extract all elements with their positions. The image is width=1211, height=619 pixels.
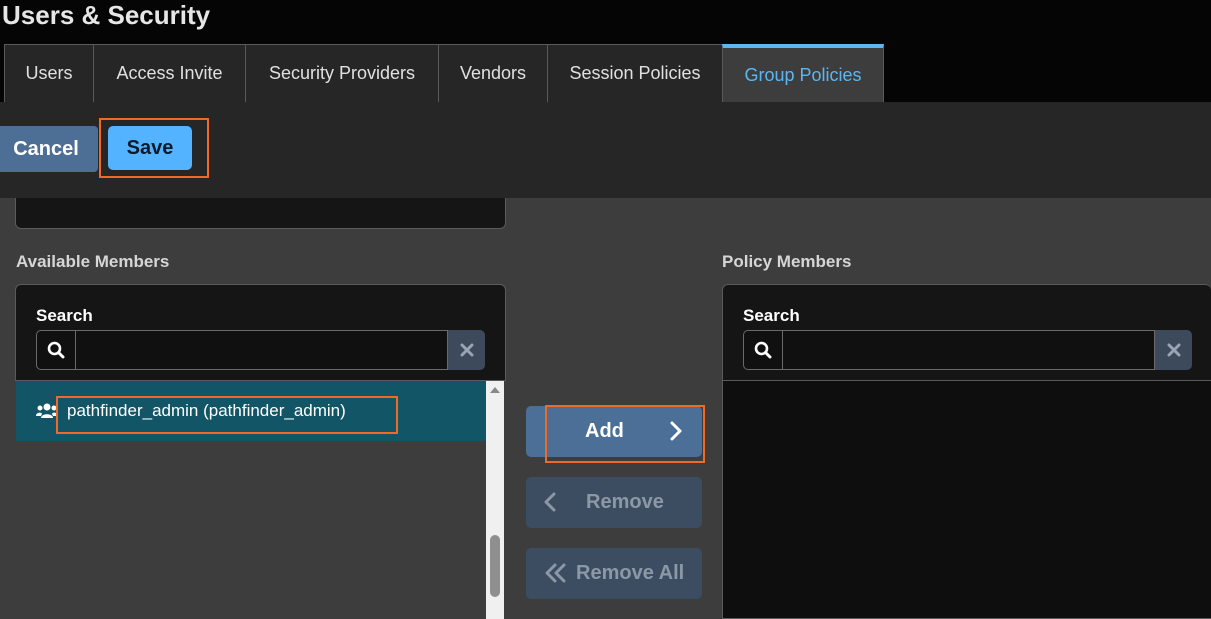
chevron-left-icon	[544, 492, 556, 518]
scroll-thumb[interactable]	[490, 535, 500, 597]
available-members-title: Available Members	[16, 252, 170, 271]
add-highlight	[545, 405, 705, 463]
tab-vendors[interactable]: Vendors	[438, 44, 548, 102]
cancel-button[interactable]: Cancel	[0, 126, 98, 172]
available-members-list: pathfinder_admin (pathfinder_admin)	[16, 381, 486, 619]
tab-session-policies[interactable]: Session Policies	[547, 44, 723, 102]
scroll-up-icon[interactable]	[490, 387, 500, 393]
double-chevron-left-icon	[545, 563, 567, 589]
users-icon	[36, 403, 58, 424]
policy-members-title: Policy Members	[722, 252, 852, 271]
policy-search-input[interactable]	[783, 330, 1155, 370]
policy-members-list	[722, 380, 1211, 619]
clear-icon[interactable]	[1155, 330, 1192, 370]
page-title: Users & Security	[2, 0, 211, 30]
available-search-input[interactable]	[76, 330, 448, 370]
save-button[interactable]: Save	[108, 126, 192, 170]
search-icon	[36, 330, 76, 370]
policy-search-label: Search	[743, 306, 800, 325]
tab-users[interactable]: Users	[4, 44, 94, 102]
available-search-label: Search	[36, 306, 93, 325]
tab-group-policies[interactable]: Group Policies	[722, 44, 884, 102]
clear-icon[interactable]	[448, 330, 485, 370]
description-field[interactable]	[15, 198, 506, 229]
action-toolbar: Cancel Save	[0, 102, 1211, 198]
member-label: pathfinder_admin (pathfinder_admin)	[67, 401, 346, 420]
tab-access-invite[interactable]: Access Invite	[93, 44, 246, 102]
search-icon	[743, 330, 783, 370]
tab-security-providers[interactable]: Security Providers	[245, 44, 439, 102]
list-scrollbar[interactable]	[486, 381, 504, 619]
remove-button[interactable]: Remove	[526, 477, 702, 528]
remove-all-button[interactable]: Remove All	[526, 548, 702, 599]
list-item[interactable]: pathfinder_admin (pathfinder_admin)	[16, 381, 486, 441]
tab-bar: Users Access Invite Security Providers V…	[4, 44, 884, 102]
app-header: Users & Security Users Access Invite Sec…	[0, 0, 1211, 102]
